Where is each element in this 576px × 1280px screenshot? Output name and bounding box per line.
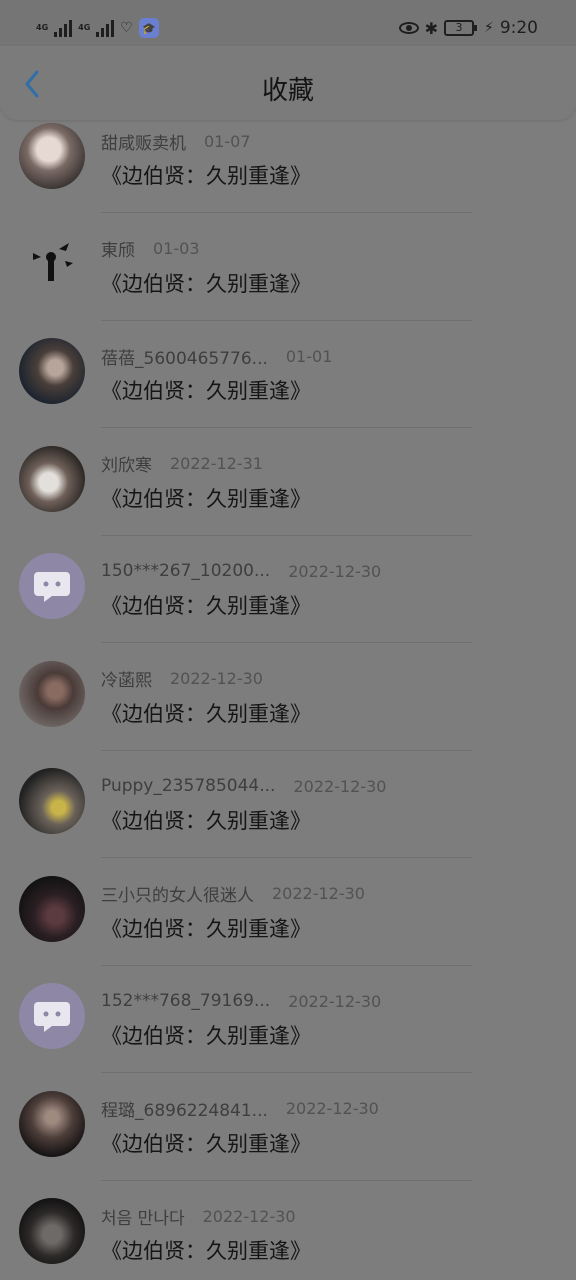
avatar[interactable] <box>19 338 85 404</box>
book-title[interactable]: 《边伯贤：久别重逢》 <box>101 1128 311 1158</box>
charging-icon: ⚡ <box>483 20 494 36</box>
list-item[interactable]: 甜咸贩卖机 01-07 《边伯贤：久别重逢》 <box>0 123 576 232</box>
user-name[interactable]: 東颀 <box>101 236 135 261</box>
avatar[interactable] <box>19 768 85 834</box>
list-item[interactable]: 程璐_6896224841... 2022-12-30 《边伯贤：久别重逢》 <box>0 1090 576 1200</box>
book-title[interactable]: 《边伯贤：久别重逢》 <box>101 698 311 728</box>
date-label: 2022-12-30 <box>170 669 263 688</box>
user-name[interactable]: 152***768_79169... <box>101 991 270 1011</box>
favorites-list: 甜咸贩卖机 01-07 《边伯贤：久别重逢》 東颀 01-03 《边伯贤：久别重逢》… <box>0 123 576 1280</box>
user-name[interactable]: Puppy_235785044... <box>101 776 275 796</box>
signal-icon <box>54 19 73 37</box>
list-item[interactable]: 150***267_10200... 2022-12-30 《边伯贤：久别重逢》 <box>0 553 576 662</box>
user-name[interactable]: 甜咸贩卖机 <box>101 129 186 154</box>
list-item[interactable]: 152***768_79169... 2022-12-30 《边伯贤：久别重逢》 <box>0 983 576 1092</box>
divider <box>101 534 472 536</box>
book-title[interactable]: 《边伯贤：久别重逢》 <box>101 160 311 190</box>
divider <box>101 1179 472 1181</box>
date-label: 2022-12-30 <box>202 1206 296 1226</box>
date-label: 2022-12-30 <box>285 1099 379 1118</box>
date-label: 01-01 <box>285 346 333 366</box>
list-item[interactable]: 三小只的女人很迷人 2022-12-30 《边伯贤：久别重逢》 <box>0 875 576 985</box>
list-item[interactable]: 처음 만나다 2022-12-30 《边伯贤：久别重逢》 <box>0 1198 576 1280</box>
divider <box>101 427 472 428</box>
user-name[interactable]: 程璐_6896224841... <box>101 1096 268 1121</box>
date-label: 01-07 <box>204 131 251 151</box>
network-type: 4G <box>36 23 49 32</box>
page-title: 收藏 <box>261 76 314 106</box>
date-label: 2022-12-30 <box>293 776 387 796</box>
wifi-icon: ♡ <box>120 20 133 36</box>
list-item[interactable]: 蓓蓓_5600465776... 01-01 《边伯贤：久别重逢》 <box>0 338 576 447</box>
status-time: 9:20 <box>499 18 538 38</box>
chat-bubble-icon <box>34 572 70 602</box>
user-name[interactable]: 刘欣寒 <box>101 451 152 476</box>
avatar[interactable] <box>19 983 85 1049</box>
user-name[interactable]: 蓓蓓_5600465776... <box>101 344 268 369</box>
divider <box>101 964 472 966</box>
book-title[interactable]: 《边伯贤：久别重逢》 <box>101 375 311 405</box>
avatar[interactable] <box>19 875 85 942</box>
list-item[interactable]: Puppy_235785044... 2022-12-30 《边伯贤：久别重逢》 <box>0 768 576 877</box>
list-item[interactable]: 東颀 01-03 《边伯贤：久别重逢》 <box>0 230 576 340</box>
avatar-art <box>33 242 73 281</box>
divider <box>101 749 472 751</box>
app-badge-icon: 🎓 <box>138 18 159 38</box>
user-name[interactable]: 처음 만나다 <box>101 1204 185 1229</box>
eye-icon <box>398 22 419 34</box>
avatar[interactable] <box>19 553 85 619</box>
divider <box>101 212 472 213</box>
user-name[interactable]: 150***267_10200... <box>101 561 270 581</box>
divider <box>101 857 472 858</box>
book-title[interactable]: 《边伯贤：久别重逢》 <box>101 483 311 513</box>
divider <box>101 319 472 321</box>
book-title[interactable]: 《边伯贤：久别重逢》 <box>101 1235 311 1265</box>
avatar[interactable] <box>19 445 85 512</box>
date-label: 2022-12-31 <box>170 454 263 473</box>
date-label: 2022-12-30 <box>288 561 382 581</box>
book-title[interactable]: 《边伯贤：久别重逢》 <box>101 805 311 835</box>
divider <box>101 642 472 643</box>
avatar[interactable] <box>19 1090 85 1157</box>
chat-bubble-icon <box>34 1002 70 1032</box>
network-type-2: 4G <box>78 23 91 32</box>
book-title[interactable]: 《边伯贤：久别重逢》 <box>101 1020 311 1050</box>
date-label: 2022-12-30 <box>272 884 365 903</box>
date-label: 2022-12-30 <box>288 991 382 1011</box>
avatar[interactable] <box>19 230 85 297</box>
header-bar: 收藏 <box>0 46 576 120</box>
avatar[interactable] <box>19 660 85 727</box>
signal-icon-2 <box>96 19 115 37</box>
avatar[interactable] <box>19 1198 85 1264</box>
book-title[interactable]: 《边伯贤：久别重逢》 <box>101 590 311 620</box>
status-right: ✱ 3 ⚡ 9:20 <box>398 15 538 41</box>
divider <box>101 1072 472 1073</box>
book-title[interactable]: 《边伯贤：久别重逢》 <box>101 268 311 298</box>
avatar[interactable] <box>19 123 85 189</box>
list-item[interactable]: 冷菡熙 2022-12-30 《边伯贤：久别重逢》 <box>0 660 576 770</box>
status-left: 4G 4G ♡ 🎓 <box>36 16 159 40</box>
user-name[interactable]: 三小只的女人很迷人 <box>101 881 254 906</box>
bluetooth-icon: ✱ <box>424 18 438 38</box>
user-name[interactable]: 冷菡熙 <box>101 666 152 691</box>
battery-icon: 3 <box>443 20 477 36</box>
date-label: 01-03 <box>153 239 200 258</box>
book-title[interactable]: 《边伯贤：久别重逢》 <box>101 913 311 943</box>
list-item[interactable]: 刘欣寒 2022-12-31 《边伯贤：久别重逢》 <box>0 445 576 555</box>
